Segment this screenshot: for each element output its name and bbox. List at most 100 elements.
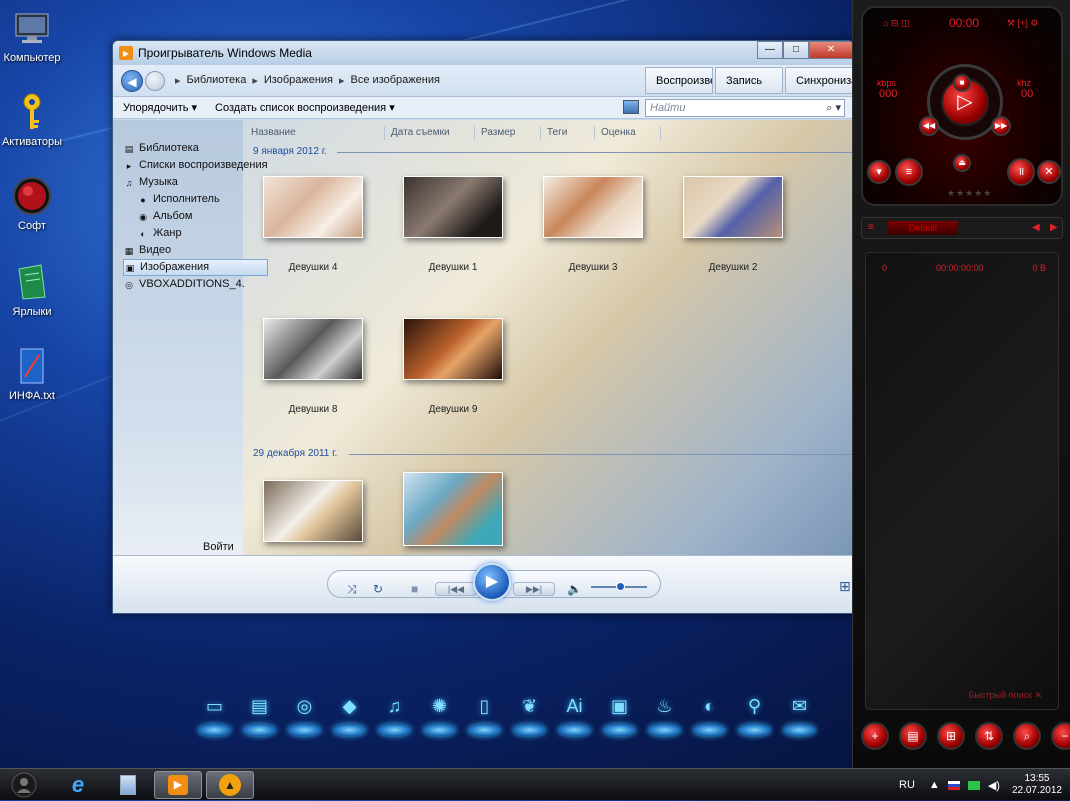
- document-icon[interactable]: ▯: [468, 690, 501, 736]
- rating-stars[interactable]: ★★★★★: [947, 188, 992, 199]
- play-button[interactable]: ▶: [473, 563, 511, 601]
- add-icon[interactable]: +: [861, 722, 889, 750]
- tab-burn[interactable]: Запись: [715, 67, 783, 94]
- tree-item-playlists[interactable]: ▸ Списки воспроизведения: [123, 157, 268, 174]
- balloon-icon[interactable]: ◐: [693, 690, 726, 736]
- volume-icon[interactable]: ◀): [988, 779, 1000, 792]
- window-icon[interactable]: ▤: [243, 690, 276, 736]
- monitor-icon[interactable]: ▭: [198, 690, 231, 736]
- aimp-prev-button[interactable]: ◀◀: [919, 116, 939, 136]
- aimp-playlist-button[interactable]: ≡: [895, 158, 923, 186]
- media-player-window[interactable]: ▶ Проигрыватель Windows Media — □ ✕ ◀ ▸ …: [112, 40, 854, 614]
- photo-item[interactable]: Девушки 1: [403, 176, 503, 273]
- desktop-icon-computer[interactable]: Компьютер: [0, 8, 72, 64]
- desktop-icon-info-txt[interactable]: ИНФА.txt: [0, 346, 72, 402]
- photo-item[interactable]: Девушки 3: [543, 176, 643, 273]
- preset-menu-icon[interactable]: ≡: [868, 222, 874, 233]
- taskbar-explorer-button[interactable]: [104, 771, 152, 799]
- photo-item[interactable]: [403, 472, 503, 546]
- column-rating[interactable]: Оценка: [595, 126, 661, 140]
- breadcrumb-all-images[interactable]: Все изображения: [351, 74, 440, 87]
- illustrator-icon[interactable]: Ai: [558, 690, 591, 736]
- aimp-pause-button[interactable]: ॥: [1007, 158, 1035, 186]
- column-size[interactable]: Размер: [475, 126, 541, 140]
- preset-prev-icon[interactable]: ◀: [1032, 222, 1040, 233]
- show-hidden-icons[interactable]: ▲: [929, 779, 940, 791]
- tree-item-album[interactable]: ◉ Альбом: [123, 208, 268, 225]
- tree-item-images[interactable]: ▣ Изображения: [123, 259, 268, 276]
- next-button[interactable]: ▶▶|: [513, 582, 555, 596]
- photo-item[interactable]: [263, 480, 363, 542]
- column-date-taken[interactable]: Дата съемки: [385, 126, 475, 140]
- aimp-window-icons[interactable]: ⚒ [+] ⚙: [1007, 18, 1038, 29]
- film-reel-icon[interactable]: ✺: [423, 690, 456, 736]
- sort-icon[interactable]: ⊞: [937, 722, 965, 750]
- quick-search[interactable]: Быстрый поиск ✕: [969, 690, 1042, 701]
- tree-item-artist[interactable]: ● Исполнитель: [123, 191, 268, 208]
- forward-button[interactable]: [145, 70, 165, 91]
- breadcrumb-library[interactable]: Библиотека: [187, 74, 247, 87]
- tab-sync[interactable]: Синхронизация: [785, 67, 853, 94]
- tree-item-genre[interactable]: ◐ Жанр: [123, 225, 268, 242]
- photo-item[interactable]: Девушки 2: [683, 176, 783, 273]
- search-input[interactable]: Найти ⌕ ▾: [645, 99, 845, 117]
- language-indicator[interactable]: RU: [899, 779, 915, 791]
- back-button[interactable]: ◀: [121, 69, 143, 92]
- aimp-eject-button[interactable]: ⏏: [953, 154, 971, 172]
- search-icon[interactable]: ⌕ ▾: [826, 100, 841, 116]
- aimp-menu-button[interactable]: ▾: [867, 160, 891, 184]
- satellite-icon[interactable]: ⚲: [738, 690, 771, 736]
- flag-icon[interactable]: [947, 780, 960, 790]
- close-button[interactable]: ✕: [809, 41, 853, 59]
- preset-next-icon[interactable]: ▶: [1050, 222, 1058, 233]
- volume-knob[interactable]: [616, 582, 625, 591]
- aimp-close-button[interactable]: ✕: [1037, 160, 1061, 184]
- clock[interactable]: 13:55 22.07.2012: [1012, 773, 1062, 797]
- aimp-playlist[interactable]: 0 00:00:00:00 0 B Быстрый поиск ✕: [865, 252, 1059, 710]
- preset-name[interactable]: Default: [888, 221, 958, 235]
- start-button[interactable]: [4, 771, 44, 799]
- taskbar-aimp-button[interactable]: ▲: [206, 771, 254, 799]
- maximize-button[interactable]: □: [783, 41, 809, 59]
- music-icon[interactable]: ♫: [378, 690, 411, 736]
- network-icon[interactable]: [967, 780, 980, 790]
- aimp-stop-button[interactable]: ■: [953, 74, 971, 92]
- aimp-next-button[interactable]: ▶▶: [991, 116, 1011, 136]
- mail-icon[interactable]: ✉: [783, 690, 816, 736]
- desktop-icon-activators[interactable]: Активаторы: [0, 92, 72, 148]
- paint-icon[interactable]: ❦: [513, 690, 546, 736]
- file-icon[interactable]: ▤: [899, 722, 927, 750]
- tree-item-video[interactable]: ▦ Видео: [123, 242, 268, 259]
- taskbar-wmp-button[interactable]: ▶: [154, 771, 202, 799]
- repeat-icon[interactable]: ↻: [373, 582, 383, 596]
- create-playlist-menu[interactable]: Создать список воспроизведения ▾: [215, 101, 395, 114]
- chrome-icon[interactable]: ◎: [288, 690, 321, 736]
- stop-icon[interactable]: ■: [411, 582, 418, 596]
- tab-playback[interactable]: Воспроизведение: [645, 67, 713, 94]
- tree-item-library[interactable]: ▤ Библиотека: [123, 140, 268, 157]
- remove-icon[interactable]: −: [1051, 722, 1070, 750]
- tree-item-music[interactable]: ♫ Музыка: [123, 174, 268, 191]
- desktop-icon-shortcuts[interactable]: Ярлыки: [0, 262, 72, 318]
- photo-item[interactable]: Девушки 8: [263, 318, 363, 415]
- organize-menu[interactable]: Упорядочить ▾: [123, 101, 197, 114]
- folder-icon[interactable]: ◆: [333, 690, 366, 736]
- aimp-player-window[interactable]: ⌂ ⊟ ◫ 00:00 ⚒ [+] ⚙ ▷ kbps 000 khz 00 ■ …: [852, 0, 1070, 770]
- flame-icon[interactable]: ♨: [648, 690, 681, 736]
- desktop-icon-soft[interactable]: Софт: [0, 176, 72, 232]
- window-titlebar[interactable]: ▶ Проигрыватель Windows Media: [113, 41, 853, 65]
- minimize-button[interactable]: —: [757, 41, 783, 59]
- previous-button[interactable]: |◀◀: [435, 582, 477, 596]
- other-libraries-link[interactable]: Войти: [203, 541, 234, 553]
- tree-item-vbox-disc[interactable]: ◎ VBOXADDITIONS_4.: [123, 276, 268, 293]
- floppy-icon[interactable]: ▣: [603, 690, 636, 736]
- volume-icon[interactable]: 🔈: [567, 582, 582, 596]
- column-name[interactable]: Название: [245, 126, 385, 140]
- photo-item[interactable]: Девушки 4: [263, 176, 363, 273]
- view-options-button[interactable]: [623, 100, 639, 114]
- taskbar-ie-button[interactable]: e: [54, 771, 102, 799]
- search-icon[interactable]: ⌕: [1013, 722, 1041, 750]
- shuffle-icon[interactable]: ⇅: [975, 722, 1003, 750]
- switch-to-now-playing-icon[interactable]: ⊞: [839, 578, 851, 595]
- photo-item[interactable]: Девушки 9: [403, 318, 503, 415]
